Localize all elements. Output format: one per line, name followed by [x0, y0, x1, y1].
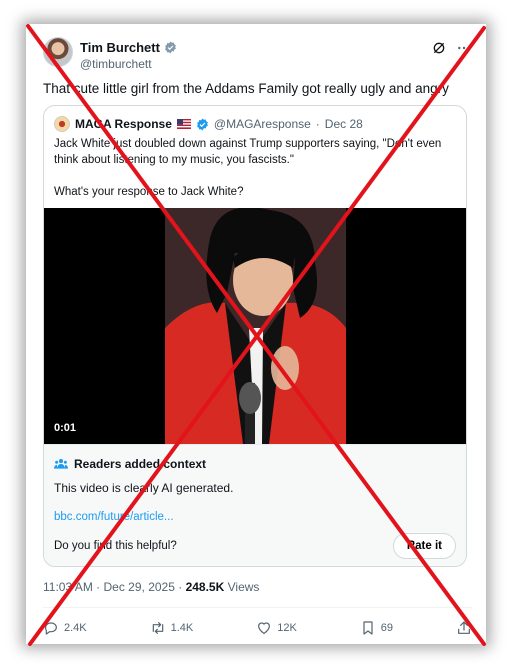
views-count: 248.5K — [185, 580, 225, 594]
author-display-name[interactable]: Tim Burchett — [80, 40, 160, 55]
like-count: 12K — [277, 622, 297, 634]
tweet-text: That cute little girl from the Addams Fa… — [43, 81, 449, 96]
quoted-separator: · — [315, 117, 320, 131]
repost-count: 1.4K — [170, 622, 194, 634]
like-icon — [258, 622, 271, 634]
bookmark-button[interactable]: 69 — [360, 620, 393, 636]
author-avatar[interactable] — [43, 37, 73, 67]
rate-it-button[interactable]: Rate it — [392, 533, 456, 559]
helpful-question: Do you find this helpful? — [54, 540, 177, 552]
action-bar: 2.4K 1.4K 12K 69 — [43, 618, 472, 638]
verified-badge-icon — [165, 41, 176, 54]
share-button[interactable] — [456, 620, 472, 636]
repost-icon — [152, 622, 163, 634]
screenshot-frame: Tim Burchett @timburchett That cute litt… — [26, 24, 486, 644]
grok-icon[interactable] — [431, 40, 447, 56]
divider — [43, 607, 472, 608]
reply-button[interactable]: 2.4K — [43, 620, 87, 636]
community-note-title: Readers added context — [74, 457, 207, 471]
quoted-text-line2: What's your response to Jack White? — [54, 186, 244, 198]
quoted-tweet-header: MAGA Response @MAGAresponse · Dec 28 — [54, 116, 363, 132]
tweet-header: Tim Burchett @timburchett — [43, 34, 472, 74]
video-player[interactable]: 0:01 — [44, 208, 466, 444]
repost-button[interactable]: 1.4K — [150, 620, 194, 636]
verified-badge-icon — [197, 118, 208, 130]
reply-count: 2.4K — [64, 622, 87, 634]
people-icon — [54, 459, 68, 469]
views-label: Views — [227, 580, 260, 594]
more-icon[interactable] — [456, 40, 472, 56]
author-name-row: Tim Burchett — [80, 40, 177, 55]
community-note-link[interactable]: bbc.com/future/article... — [54, 511, 174, 523]
meta-separator: · — [178, 580, 183, 594]
community-note: Readers added context This video is clea… — [44, 444, 466, 566]
tweet-date[interactable]: Dec 29, 2025 — [104, 580, 175, 594]
share-icon — [458, 621, 470, 634]
quoted-text-line1: Jack White just doubled down against Tru… — [54, 138, 442, 166]
bookmark-icon — [363, 621, 373, 635]
video-timestamp: 0:01 — [54, 422, 77, 434]
tweet-time[interactable]: 11:03 AM — [43, 580, 93, 594]
like-button[interactable]: 12K — [256, 620, 297, 636]
quoted-author-handle[interactable]: @MAGAresponse — [214, 117, 311, 131]
quoted-author-avatar[interactable] — [54, 116, 70, 132]
quoted-tweet[interactable]: MAGA Response @MAGAresponse · Dec 28 Jac… — [43, 105, 467, 567]
tweet-meta: 11:03 AM · Dec 29, 2025 · 248.5K Views — [43, 580, 259, 594]
us-flag-icon — [176, 119, 191, 129]
community-note-body: This video is clearly AI generated. — [54, 481, 234, 495]
community-note-title-row: Readers added context — [54, 457, 206, 471]
quoted-author-name[interactable]: MAGA Response — [75, 117, 172, 131]
reply-icon — [44, 622, 57, 635]
header-actions — [431, 40, 472, 56]
quoted-date[interactable]: Dec 28 — [325, 117, 363, 131]
meta-separator: · — [96, 580, 101, 594]
author-handle[interactable]: @timburchett — [80, 57, 152, 71]
bookmark-count: 69 — [380, 622, 394, 634]
video-thumbnail — [165, 208, 346, 444]
quoted-tweet-text: Jack White just doubled down against Tru… — [54, 136, 456, 200]
